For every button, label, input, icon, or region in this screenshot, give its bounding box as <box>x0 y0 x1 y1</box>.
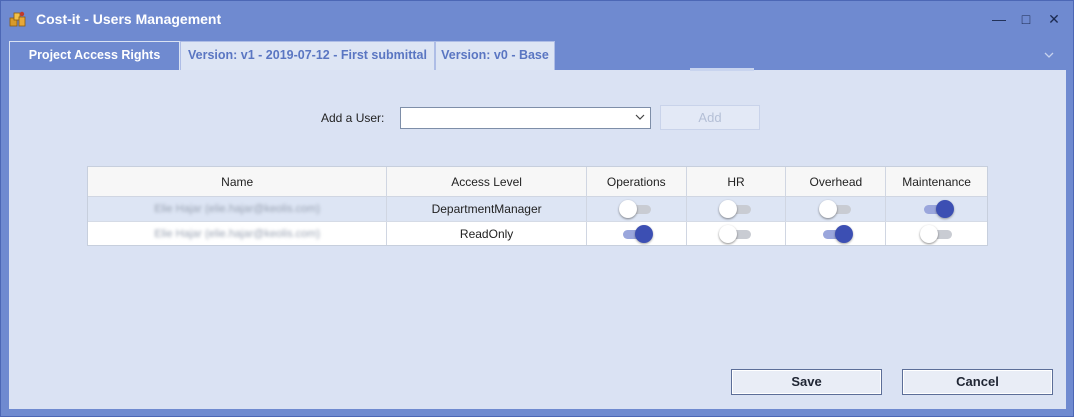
cost-it-app-icon <box>9 11 26 27</box>
add-user-button[interactable]: Add <box>660 105 760 130</box>
chevron-down-icon <box>635 114 645 120</box>
access-level-cell[interactable]: ReadOnly <box>387 222 587 245</box>
tab-version-v0[interactable]: Version: v0 - Base <box>435 41 555 70</box>
toggle-thumb <box>935 200 954 218</box>
toggle-thumb <box>635 224 654 243</box>
minimize-button[interactable]: — <box>988 8 1010 30</box>
hr-toggle[interactable] <box>719 200 753 218</box>
column-header-hr[interactable]: HR <box>687 167 787 196</box>
save-button[interactable]: Save <box>731 369 882 395</box>
column-header-operations[interactable]: Operations <box>587 167 687 196</box>
table-header-row: Name Access Level Operations HR Overhead… <box>88 167 987 197</box>
chevron-down-icon[interactable] <box>1043 50 1055 60</box>
table-row[interactable]: Elie Hajar (elie.hajar@keolis.com) ReadO… <box>88 221 987 245</box>
window-title: Cost-it - Users Management <box>36 11 222 27</box>
toggle-thumb <box>619 200 638 218</box>
user-name: Elie Hajar (elie.hajar@keolis.com) <box>154 203 321 215</box>
toggle-thumb <box>919 224 938 243</box>
column-header-overhead[interactable]: Overhead <box>786 167 887 196</box>
toggle-thumb <box>834 224 853 243</box>
user-select[interactable] <box>400 107 651 129</box>
operations-toggle[interactable] <box>619 200 653 218</box>
tab-project-access-rights[interactable]: Project Access Rights <box>9 41 180 70</box>
close-button[interactable]: ✕ <box>1043 8 1065 30</box>
toggle-thumb <box>818 200 837 218</box>
column-header-name[interactable]: Name <box>88 167 388 196</box>
operations-toggle[interactable] <box>619 224 654 243</box>
overhead-toggle[interactable] <box>818 200 853 218</box>
toggle-thumb <box>719 224 738 243</box>
access-rights-panel: Add a User: Add Name Access Level Operat… <box>9 68 1066 409</box>
hr-toggle[interactable] <box>719 224 753 243</box>
add-user-label: Add a User: <box>321 111 385 125</box>
access-level-cell[interactable]: DepartmentManager <box>387 197 587 221</box>
tab-version-v1[interactable]: Version: v1 - 2019-07-12 - First submitt… <box>180 41 435 70</box>
user-rights-table: Name Access Level Operations HR Overhead… <box>87 166 988 246</box>
overhead-toggle[interactable] <box>819 224 853 243</box>
title-bar[interactable]: Cost-it - Users Management — □ ✕ <box>1 1 1073 37</box>
maintenance-toggle[interactable] <box>920 200 954 218</box>
toggle-thumb <box>719 200 738 218</box>
tab-underline <box>690 68 754 71</box>
table-row[interactable]: Elie Hajar (elie.hajar@keolis.com) Depar… <box>88 197 987 221</box>
maximize-button[interactable]: □ <box>1015 8 1037 30</box>
column-header-maintenance[interactable]: Maintenance <box>886 167 987 196</box>
maintenance-toggle[interactable] <box>919 224 954 243</box>
user-name: Elie Hajar (elie.hajar@keolis.com) <box>154 227 321 240</box>
cancel-button[interactable]: Cancel <box>902 369 1053 395</box>
column-header-access-level[interactable]: Access Level <box>387 167 587 196</box>
users-management-window: Cost-it - Users Management — □ ✕ Project… <box>0 0 1074 417</box>
